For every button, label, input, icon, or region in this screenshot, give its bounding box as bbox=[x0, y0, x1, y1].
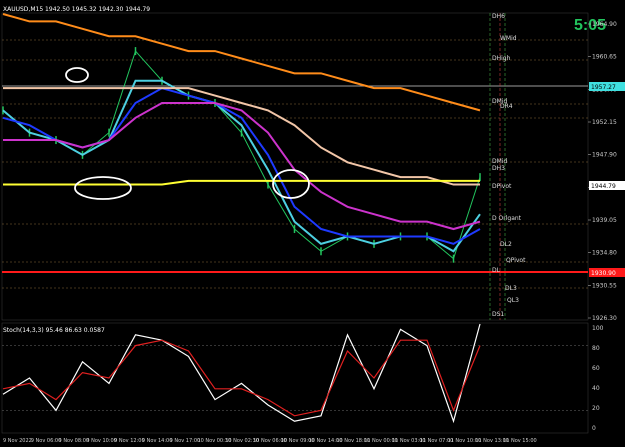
stoch-tick-label: 80 bbox=[592, 345, 600, 352]
price-tick-label: 1960.65 bbox=[592, 54, 617, 61]
price-tick-label: 1964.90 bbox=[592, 21, 617, 28]
pivot-label: DH3 bbox=[492, 165, 505, 172]
pivot-label: DL bbox=[492, 267, 501, 274]
pivot-label: WMid bbox=[500, 35, 517, 42]
price-tick-label: 1934.80 bbox=[592, 250, 617, 257]
price-tick-label: 1952.15 bbox=[592, 119, 617, 126]
chart-background bbox=[0, 0, 625, 447]
stoch-tick-label: 0 bbox=[592, 425, 596, 432]
pivot-label: D Orlgant bbox=[492, 215, 522, 222]
time-tick-label: 9 Nov 12:00 bbox=[114, 438, 145, 444]
time-axis: 9 Nov 20229 Nov 06:009 Nov 08:009 Nov 10… bbox=[3, 438, 537, 444]
pivot-label: DL3 bbox=[505, 285, 517, 292]
stoch-label: Stoch(14,3,3) 95.46 86.63 0.0587 bbox=[3, 327, 105, 334]
pivot-label: DHigh bbox=[492, 55, 511, 62]
pivot-label: QL3 bbox=[507, 297, 519, 304]
time-tick-label: 9 Nov 06:00 bbox=[31, 438, 62, 444]
time-tick-label: 9 Nov 08:00 bbox=[59, 438, 90, 444]
pivot-label: DS1 bbox=[492, 311, 504, 318]
time-tick-label: 9 Nov 10:00 bbox=[86, 438, 117, 444]
cyan-level-label: 1957.27 bbox=[591, 84, 616, 91]
time-tick-label: 9 Nov 17:00 bbox=[170, 438, 201, 444]
pivot-label: DL2 bbox=[500, 241, 512, 248]
time-tick-label: 9 Nov 2022 bbox=[3, 438, 32, 444]
time-tick-label: 11 Nov 15:00 bbox=[503, 438, 537, 444]
pivot-label: DR4 bbox=[500, 103, 513, 110]
trading-chart[interactable]: XAUUSD,M15 1942.50 1945.32 1942.30 1944.… bbox=[0, 0, 625, 447]
stoch-tick-label: 100 bbox=[592, 325, 604, 332]
price-tick-label: 1926.30 bbox=[592, 315, 617, 322]
price-tick-label: 1947.90 bbox=[592, 152, 617, 159]
current-price-label: 1944.79 bbox=[591, 183, 616, 190]
chart-ohlc-label: XAUUSD,M15 1942.50 1945.32 1942.30 1944.… bbox=[3, 6, 150, 13]
stoch-tick-label: 60 bbox=[592, 365, 600, 372]
stoch-tick-label: 20 bbox=[592, 405, 600, 412]
stoch-tick-label: 40 bbox=[592, 385, 600, 392]
price-tick-label: 1930.55 bbox=[592, 282, 617, 289]
pivot-label: QPivot bbox=[506, 257, 526, 264]
pivot-label: DH6 bbox=[492, 13, 505, 20]
red-level-label: 1930.90 bbox=[591, 270, 616, 277]
price-tick-label: 1939.05 bbox=[592, 217, 617, 224]
pivot-label: DMid bbox=[492, 158, 507, 165]
pivot-label: DPivot bbox=[492, 183, 512, 190]
time-tick-label: 9 Nov 14:00 bbox=[142, 438, 173, 444]
